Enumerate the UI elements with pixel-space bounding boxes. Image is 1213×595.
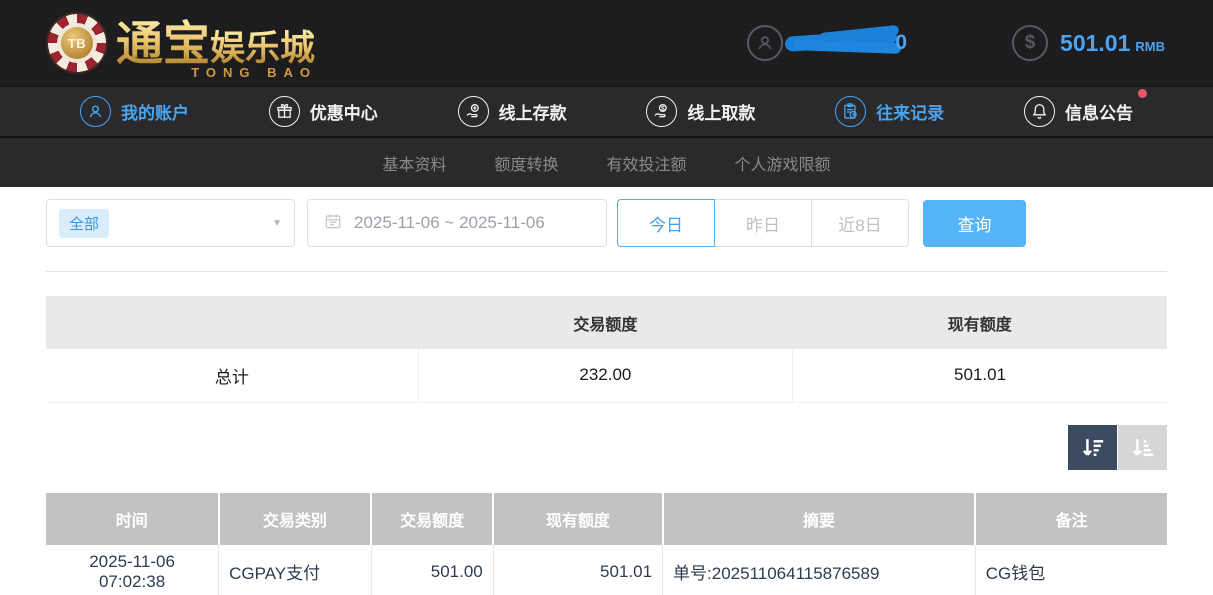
summary-header-row: 交易额度 现有额度 [46, 296, 1167, 349]
bell-icon [1024, 96, 1055, 127]
account-icon [80, 96, 111, 127]
type-select-value: 全部 [59, 209, 109, 238]
user-avatar-icon [747, 25, 783, 61]
summary-col-blank [46, 296, 418, 349]
nav-label: 线上存款 [499, 99, 567, 124]
nav-label: 线上取款 [687, 99, 755, 124]
records-col-summary: 摘要 [663, 493, 976, 545]
records-col-remarks: 备注 [975, 493, 1167, 545]
record-time: 2025-11-06 07:02:38 [46, 545, 219, 595]
sort-ascending-icon [1129, 434, 1156, 461]
type-select[interactable]: 全部 ▼ [46, 199, 295, 247]
quick-range-group: 今日 昨日 近8日 [617, 199, 909, 247]
balance-display[interactable]: $ 501.01 RMB [1012, 25, 1165, 61]
withdraw-hand-coin-icon: $ [646, 96, 677, 127]
subnav-item-profile[interactable]: 基本资料 [382, 151, 446, 175]
records-table: 时间 交易类别 交易额度 现有额度 摘要 备注 2025-11-06 07:02… [46, 493, 1167, 595]
notification-dot [1138, 89, 1147, 98]
chip-monogram: TB [61, 27, 93, 59]
nav-item-notices[interactable]: 信息公告 [1024, 96, 1133, 127]
records-col-current-balance: 现有额度 [493, 493, 662, 545]
svg-text:$: $ [661, 105, 665, 112]
subnav-item-game-limits[interactable]: 个人游戏限额 [735, 151, 831, 175]
summary-col-current-balance: 现有额度 [793, 296, 1167, 349]
dollar-icon: $ [1012, 25, 1048, 61]
brand-title-rest: 娱乐城 [210, 29, 315, 68]
sub-nav: 基本资料 额度转换 有效投注额 个人游戏限额 [0, 136, 1213, 187]
sort-descending-icon [1079, 434, 1106, 461]
brand-title-main: 通宝 [116, 17, 210, 70]
record-current-balance: 501.01 [493, 545, 662, 595]
range-button-today[interactable]: 今日 [617, 199, 715, 247]
records-col-type: 交易类别 [219, 493, 371, 545]
top-header: TB 通宝娱乐城 TONG BAO 0 $ [0, 0, 1213, 86]
record-type: CGPAY支付 [219, 545, 371, 595]
summary-total-label: 总计 [46, 349, 418, 402]
records-col-transaction-amount: 交易额度 [371, 493, 493, 545]
balance-currency: RMB [1135, 39, 1165, 54]
filter-toolbar: 全部 ▼ 2025-11-06 ~ 2025-11-06 今日 昨日 近8日 查… [46, 199, 1167, 247]
table-row: 2025-11-06 07:02:38 CGPAY支付 501.00 501.0… [46, 545, 1167, 595]
record-transaction-amount: 501.00 [371, 545, 493, 595]
range-button-yesterday[interactable]: 昨日 [714, 199, 812, 247]
sort-descending-button[interactable] [1068, 425, 1117, 470]
calendar-icon [323, 211, 343, 236]
nav-label: 信息公告 [1065, 99, 1133, 124]
nav-label: 往来记录 [876, 99, 944, 124]
main-nav: 我的账户 优惠中心 线上存款 $ [0, 86, 1213, 136]
summary-total-row: 总计 232.00 501.01 [46, 349, 1167, 402]
nav-item-withdraw[interactable]: $ 线上取款 [646, 96, 755, 127]
summary-total-transaction-amount: 232.00 [418, 349, 792, 402]
record-summary: 单号:202511064115876589 [663, 545, 976, 595]
subnav-item-valid-bets[interactable]: 有效投注额 [607, 151, 687, 175]
nav-label: 优惠中心 [310, 99, 378, 124]
summary-total-current-balance: 501.01 [793, 349, 1167, 402]
user-account[interactable]: 0 [747, 25, 907, 61]
date-range-input[interactable]: 2025-11-06 ~ 2025-11-06 [307, 199, 607, 247]
balance-amount: 501.01 [1060, 30, 1130, 56]
nav-item-promotions[interactable]: 优惠中心 [269, 96, 378, 127]
deposit-hand-coin-icon [458, 96, 489, 127]
date-range-value: 2025-11-06 ~ 2025-11-06 [354, 213, 545, 233]
brand-logo[interactable]: TB 通宝娱乐城 TONG BAO [48, 14, 319, 72]
search-button[interactable]: 查询 [923, 200, 1026, 247]
clipboard-clock-icon [835, 96, 866, 127]
section-divider [46, 271, 1167, 272]
username-visible-suffix: 0 [895, 31, 907, 55]
chevron-down-icon: ▼ [272, 218, 282, 229]
range-button-last-8-days[interactable]: 近8日 [811, 199, 909, 247]
record-remarks: CG钱包 [975, 545, 1167, 595]
records-header-row: 时间 交易类别 交易额度 现有额度 摘要 备注 [46, 493, 1167, 545]
nav-label: 我的账户 [121, 99, 189, 124]
sort-ascending-button[interactable] [1118, 425, 1167, 470]
username-redaction-scribble [789, 30, 905, 56]
records-col-time: 时间 [46, 493, 219, 545]
sort-controls [46, 425, 1167, 470]
nav-item-deposit[interactable]: 线上存款 [458, 96, 567, 127]
casino-chip-icon: TB [48, 14, 106, 72]
subnav-item-credit-transfer[interactable]: 额度转换 [494, 151, 558, 175]
brand-title: 通宝娱乐城 TONG BAO [116, 20, 319, 67]
summary-col-transaction-amount: 交易额度 [418, 296, 792, 349]
nav-item-my-account[interactable]: 我的账户 [80, 96, 189, 127]
gift-icon [269, 96, 300, 127]
nav-item-records[interactable]: 往来记录 [835, 96, 944, 127]
brand-subtitle: TONG BAO [191, 66, 317, 79]
summary-table: 交易额度 现有额度 总计 232.00 501.01 [46, 296, 1167, 403]
main-content: 全部 ▼ 2025-11-06 ~ 2025-11-06 今日 昨日 近8日 查… [0, 187, 1213, 595]
